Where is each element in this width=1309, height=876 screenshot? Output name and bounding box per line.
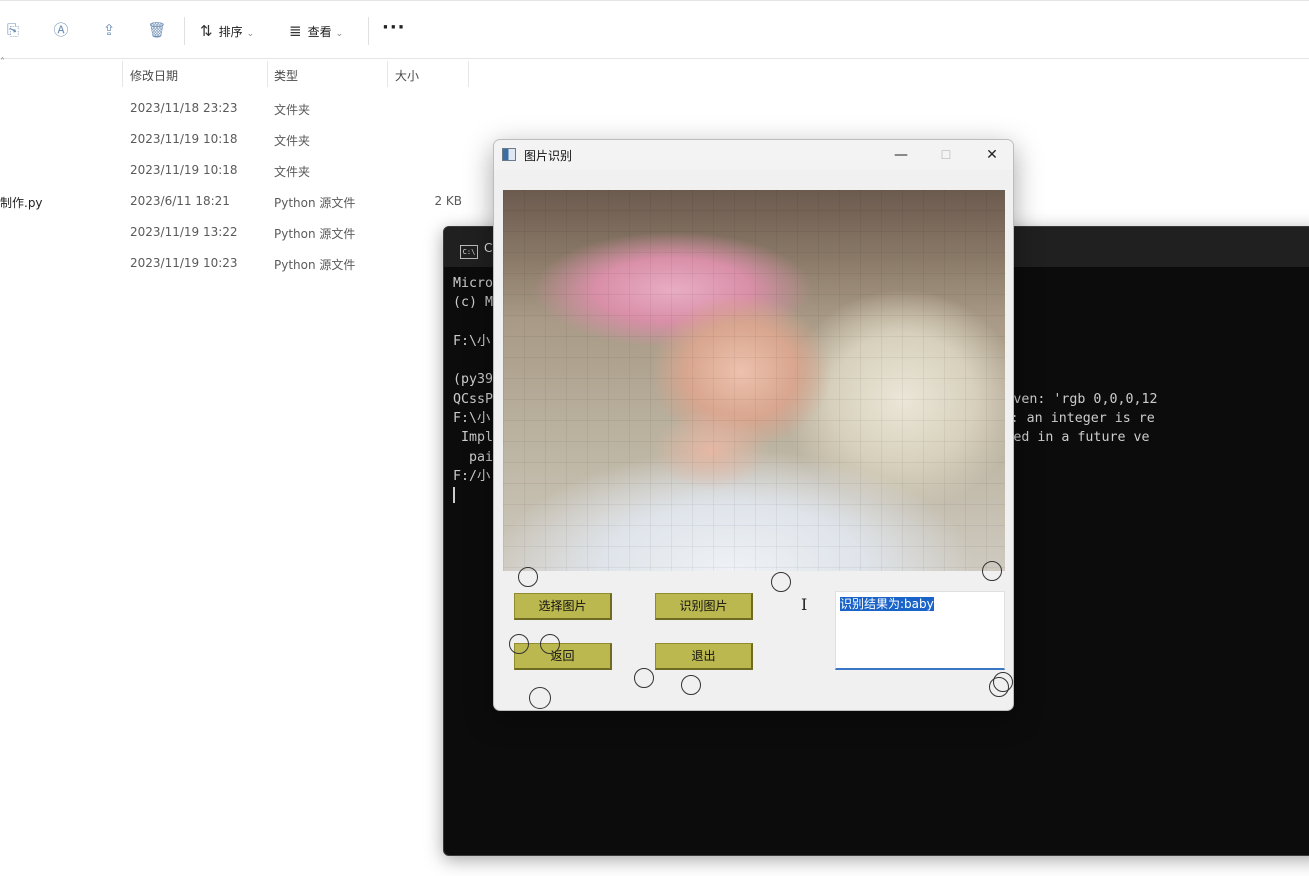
view-button[interactable]: ≣ 查看 ⌄: [289, 21, 343, 41]
bubble-circle: [529, 687, 551, 709]
explorer-toolbar: ⎘ Ⓐ ⇪ 🗑 ⇅ 排序 ⌄ ≣ 查看 ⌄ ···: [0, 0, 1309, 59]
text-cursor-icon: I: [801, 595, 808, 614]
app-window-icon: [502, 148, 516, 161]
file-type: 文件夹: [274, 103, 311, 117]
recognize-image-button[interactable]: 识别图片: [655, 593, 753, 620]
view-icon: ≣: [289, 22, 302, 40]
file-list-header: ˄ 修改日期 类型 大小: [0, 57, 1309, 87]
sort-label: 排序: [218, 25, 243, 39]
file-modified: 2023/11/19 13:22: [130, 225, 238, 239]
copy-icon[interactable]: ⎘: [3, 20, 23, 40]
column-header-size[interactable]: 大小: [395, 67, 419, 84]
dialog-title: 图片识别: [524, 149, 573, 163]
column-header-type[interactable]: 类型: [274, 67, 298, 84]
bubble-circle: [518, 567, 538, 587]
bubble-circle: [993, 672, 1013, 692]
file-row[interactable]: 2023/11/19 13:22 Python 源文件 9: [0, 217, 500, 248]
close-button[interactable]: ✕: [977, 144, 1007, 166]
file-type: Python 源文件: [274, 196, 356, 210]
file-size: [380, 101, 462, 115]
file-type: Python 源文件: [274, 227, 356, 241]
sort-icon: ⇅: [200, 22, 213, 40]
file-modified: 2023/11/18 23:23: [130, 101, 238, 115]
column-divider[interactable]: [267, 61, 268, 87]
file-name: 制作.py: [0, 196, 43, 210]
bubble-circle: [771, 572, 791, 592]
file-name: [0, 163, 4, 177]
bubble-circle: [509, 634, 529, 654]
file-type: Python 源文件: [274, 258, 356, 272]
console-title: C: [484, 241, 493, 255]
column-header-modified[interactable]: 修改日期: [130, 67, 178, 84]
file-row[interactable]: 2023/11/19 10:18 文件夹: [0, 155, 500, 186]
dialog-title-bar[interactable]: 图片识别 — ☐ ✕: [494, 140, 1013, 170]
file-row[interactable]: 2023/11/19 10:18 文件夹: [0, 124, 500, 155]
minimize-button[interactable]: —: [886, 144, 916, 166]
select-image-button[interactable]: 选择图片: [514, 593, 612, 620]
result-text: 识别结果为:baby: [840, 597, 934, 611]
file-type: 文件夹: [274, 165, 311, 179]
more-options-button[interactable]: ···: [382, 17, 406, 38]
result-textbox[interactable]: 识别结果为:baby: [835, 591, 1005, 670]
file-row[interactable]: 2023/11/19 10:23 Python 源文件 11: [0, 248, 500, 279]
file-modified: 2023/11/19 10:18: [130, 132, 238, 146]
toolbar-divider: [184, 17, 185, 45]
file-size: 2 KB: [434, 194, 462, 208]
file-type: 文件夹: [274, 134, 311, 148]
toolbar-divider: [368, 17, 369, 45]
baby-photo-image: [503, 190, 1005, 571]
chevron-down-icon: ⌄: [335, 29, 344, 39]
file-size: [380, 132, 462, 146]
column-divider[interactable]: [122, 61, 123, 87]
back-button[interactable]: 返回: [514, 643, 612, 670]
file-name: [0, 132, 4, 146]
bubble-circle: [681, 675, 701, 695]
view-label: 查看: [307, 25, 332, 39]
file-row[interactable]: 2023/11/18 23:23 文件夹: [0, 93, 500, 124]
sort-button[interactable]: ⇅ 排序 ⌄: [200, 21, 254, 41]
maximize-button: ☐: [940, 148, 952, 162]
image-recognition-dialog[interactable]: 图片识别 — ☐ ✕ 选择图片 识别图片 返回 退出 识别结果为:baby I: [493, 139, 1014, 711]
file-modified: 2023/11/19 10:18: [130, 163, 238, 177]
column-divider[interactable]: [468, 61, 469, 87]
file-name: [0, 256, 4, 270]
exit-button[interactable]: 退出: [655, 643, 753, 670]
rename-icon[interactable]: Ⓐ: [51, 20, 71, 40]
text-cursor: [453, 487, 455, 504]
file-size: [380, 163, 462, 177]
chevron-down-icon: ⌄: [246, 29, 255, 39]
file-modified: 2023/11/19 10:23: [130, 256, 238, 270]
terminal-icon: C:\: [460, 245, 478, 259]
file-name: [0, 101, 4, 115]
file-modified: 2023/6/11 18:21: [130, 194, 230, 208]
file-name: [0, 225, 4, 239]
bubble-circle: [982, 561, 1002, 581]
bubble-circle: [540, 634, 560, 654]
file-row[interactable]: 制作.py 2023/6/11 18:21 Python 源文件 2 KB: [0, 186, 500, 217]
delete-icon[interactable]: 🗑: [147, 20, 167, 40]
sort-caret-icon: ˄: [0, 57, 5, 68]
bubble-circle: [634, 668, 654, 688]
share-icon[interactable]: ⇪: [99, 20, 119, 40]
column-divider[interactable]: [387, 61, 388, 87]
